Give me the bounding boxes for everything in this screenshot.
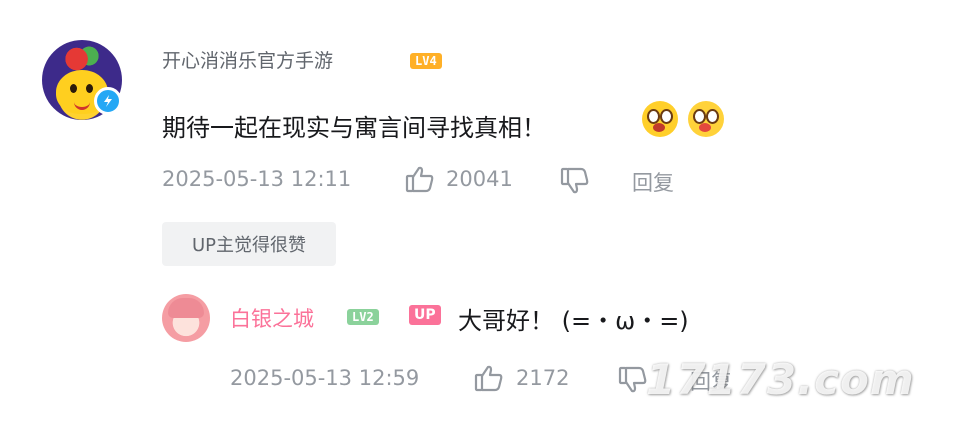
comment-text: 期待一起在现实与寓言间寻找真相！ [162,108,546,143]
shocked-emoji-icon [642,101,678,137]
username[interactable]: 开心消消乐官方手游 [162,46,333,73]
thumbs-down-icon[interactable] [560,167,590,199]
verified-badge-icon [94,87,122,115]
reply-username[interactable]: 白银之城 [230,303,314,333]
comment-timestamp: 2025-05-13 12:11 [162,167,352,191]
thumbs-up-icon[interactable] [405,165,435,197]
reply-like-count: 2172 [516,366,570,390]
reply-text: 大哥好！ (=・ω・=) [458,307,689,335]
reply-button[interactable]: 回复 [632,167,674,197]
stunned-emoji-icon [688,101,724,137]
level-badge: LV4 [410,53,442,69]
watermark: 17173.com [646,355,915,404]
up-liked-tag: UP主觉得很赞 [162,222,336,266]
up-badge: UP [409,305,441,325]
thumbs-down-icon[interactable] [618,366,648,398]
like-count: 20041 [446,167,513,191]
reply-timestamp: 2025-05-13 12:59 [230,366,420,390]
reply-level-badge: LV2 [347,309,379,325]
comment-text-body: 期待一起在现实与寓言间寻找真相！ [162,114,546,142]
thumbs-up-icon[interactable] [474,364,504,396]
reply-avatar[interactable] [162,294,210,342]
